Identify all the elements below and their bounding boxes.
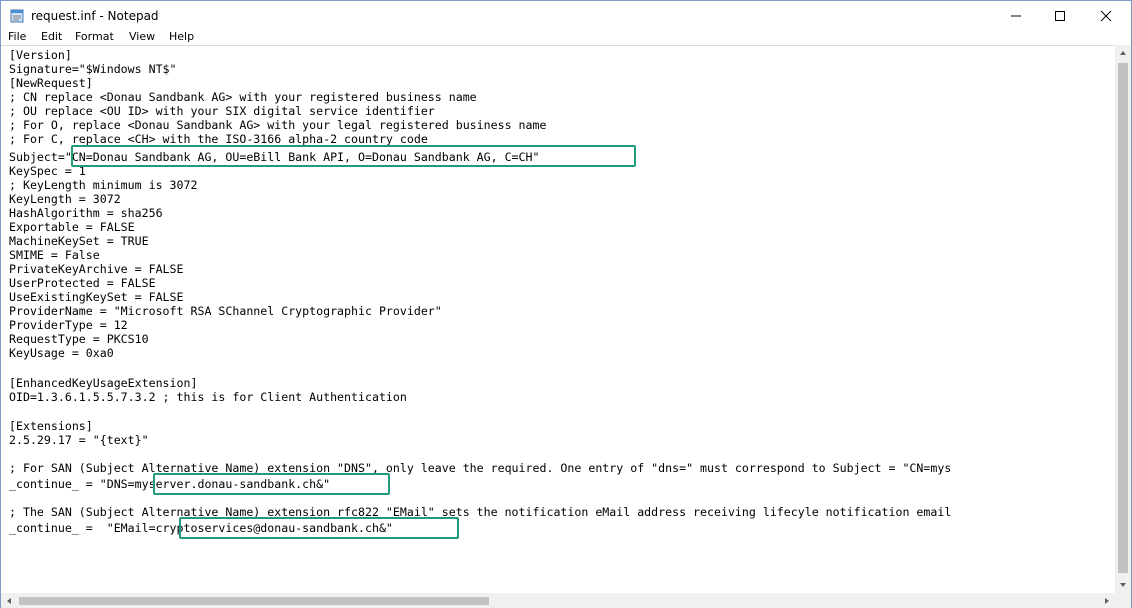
notepad-window: request.inf - Notepad File Edit Format V… — [0, 0, 1132, 608]
text-line: PrivateKeyArchive = FALSE — [9, 262, 184, 276]
text-line: RequestType = PKCS10 — [9, 332, 149, 346]
text-line: Signature="$Windows NT$" — [9, 62, 177, 76]
text-line: ; The SAN (Subject Alternative Name) ext… — [9, 505, 952, 519]
text-line: OID=1.3.6.1.5.5.7.3.2 ; this is for Clie… — [9, 390, 407, 404]
menu-edit[interactable]: Edit — [41, 31, 62, 43]
text-line: HashAlgorithm = sha256 — [9, 206, 163, 220]
text-line: UserProtected = FALSE — [9, 276, 156, 290]
menu-help[interactable]: Help — [169, 31, 194, 43]
vertical-scroll-thumb[interactable] — [1118, 63, 1128, 573]
horizontal-scrollbar[interactable] — [1, 593, 1115, 608]
text-line: KeySpec = 1 — [9, 164, 86, 178]
text-line: ; KeyLength minimum is 3072 — [9, 178, 198, 192]
scrollbar-corner — [1115, 593, 1131, 608]
text-line: [Extensions] — [9, 419, 93, 433]
menu-format[interactable]: Format — [75, 31, 114, 43]
scroll-right-button[interactable] — [1099, 593, 1115, 608]
text-line: [EnhancedKeyUsageExtension] — [9, 376, 198, 390]
text-line: ProviderName = "Microsoft RSA SChannel C… — [9, 304, 442, 318]
email-line: _continue_ = "EMail=cryptoservices@donau… — [9, 521, 393, 535]
text-line: KeyUsage = 0xa0 — [9, 346, 114, 360]
menu-file[interactable]: File — [8, 31, 26, 43]
scroll-up-button[interactable] — [1115, 45, 1131, 61]
dns-line: _continue_ = "DNS=myserver.donau-sandban… — [9, 477, 331, 491]
text-line: Exportable = FALSE — [9, 220, 135, 234]
text-line: 2.5.29.17 = "{text}" — [9, 433, 149, 447]
vertical-scrollbar[interactable] — [1115, 45, 1131, 593]
text-line: [Version] — [9, 48, 72, 62]
title-bar[interactable]: request.inf - Notepad — [1, 1, 1131, 31]
menu-view[interactable]: View — [129, 31, 155, 43]
notepad-icon — [10, 9, 24, 23]
menu-bar: File Edit Format View Help — [1, 31, 1131, 45]
chevron-up-icon — [1120, 51, 1126, 55]
minimize-icon — [1011, 15, 1021, 17]
chevron-left-icon — [7, 598, 11, 604]
horizontal-scroll-thumb[interactable] — [19, 597, 489, 605]
text-line: ; CN replace <Donau Sandbank AG> with yo… — [9, 90, 477, 104]
maximize-button[interactable] — [1037, 1, 1083, 31]
text-line: KeyLength = 3072 — [9, 192, 121, 206]
close-button[interactable] — [1083, 1, 1129, 31]
text-line: SMIME = False — [9, 248, 100, 262]
close-icon — [1100, 10, 1112, 22]
chevron-right-icon — [1105, 598, 1109, 604]
text-line: [NewRequest] — [9, 76, 93, 90]
scroll-left-button[interactable] — [1, 593, 17, 608]
text-line: ; OU replace <OU ID> with your SIX digit… — [9, 104, 435, 118]
minimize-button[interactable] — [993, 1, 1039, 31]
text-line: MachineKeySet = TRUE — [9, 234, 149, 248]
window-title: request.inf - Notepad — [31, 9, 159, 23]
text-line: ProviderType = 12 — [9, 318, 128, 332]
chevron-down-icon — [1120, 583, 1126, 587]
text-line: UseExistingKeySet = FALSE — [9, 290, 184, 304]
text-editor[interactable]: [Version] Signature="$Windows NT$" [NewR… — [1, 45, 1114, 593]
text-line: ; For SAN (Subject Alternative Name) ext… — [9, 461, 952, 475]
scroll-down-button[interactable] — [1115, 577, 1131, 593]
subject-line: Subject="CN=Donau Sandbank AG, OU=eBill … — [9, 150, 540, 164]
text-line: ; For C, replace <CH> with the ISO-3166 … — [9, 132, 428, 146]
maximize-icon — [1055, 11, 1065, 21]
text-line: ; For O, replace <Donau Sandbank AG> wit… — [9, 118, 547, 132]
